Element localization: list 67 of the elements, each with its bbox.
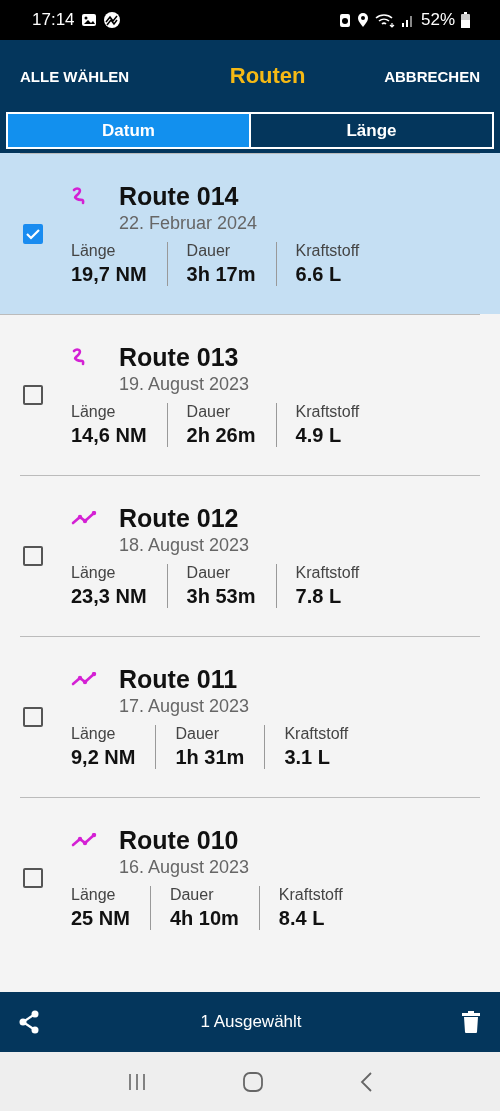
- route-date: 19. August 2023: [119, 373, 251, 395]
- zigzag-route-icon: [71, 833, 97, 847]
- stat-value: 3h 17m: [186, 262, 256, 286]
- stat-value: 14,6 NM: [71, 423, 147, 447]
- route-date: 16. August 2023: [119, 856, 251, 878]
- recent-apps-icon[interactable]: [127, 1071, 148, 1092]
- selection-count: 1 Ausgewählt: [200, 1012, 302, 1032]
- route-date: 17. August 2023: [119, 695, 251, 717]
- stat-label: Dauer: [186, 402, 232, 421]
- stat-value: 4.9 L: [295, 423, 343, 447]
- battery-saver-icon: [338, 12, 351, 28]
- select-all-button[interactable]: ALLE WÄHLEN: [20, 67, 130, 85]
- zigzag-route-icon: [71, 672, 97, 686]
- stat-label: Länge: [71, 724, 117, 743]
- app-logo-icon: [102, 11, 121, 29]
- stat-label: Dauer: [186, 241, 232, 260]
- stat-label: Kraftstoff: [295, 563, 360, 582]
- checkbox[interactable]: [23, 706, 43, 727]
- image-icon: [80, 13, 97, 27]
- route-date: 22. Februar 2024: [119, 212, 259, 234]
- stat-value: 2h 26m: [186, 423, 256, 447]
- route-name: Route 012: [119, 503, 239, 533]
- wifi-icon: [374, 12, 395, 28]
- stat-value: 7.8 L: [295, 584, 343, 608]
- location-icon: [356, 12, 369, 28]
- route-date: 18. August 2023: [119, 534, 251, 556]
- home-icon[interactable]: [242, 1070, 264, 1093]
- checkbox[interactable]: [23, 384, 43, 405]
- zigzag-route-icon: [71, 511, 97, 525]
- stat-label: Kraftstoff: [278, 885, 343, 904]
- route-name: Route 014: [119, 181, 239, 211]
- stat-value: 9,2 NM: [71, 745, 136, 769]
- cancel-button[interactable]: ABBRECHEN: [384, 67, 480, 85]
- stat-label: Kraftstoff: [295, 241, 360, 260]
- stat-value: 6.6 L: [295, 262, 343, 286]
- delete-icon[interactable]: [462, 1011, 480, 1033]
- stat-value: 19,7 NM: [71, 262, 147, 286]
- route-name: Route 013: [119, 342, 239, 372]
- battery-icon: [461, 12, 470, 28]
- route-card[interactable]: Route 014 22. Februar 2024 Länge 19,7 NM Dauer 3h 17m Kraftstoff 6.6 L: [0, 153, 500, 314]
- stat-label: Kraftstoff: [284, 724, 349, 743]
- stat-label: Länge: [71, 241, 117, 260]
- stat-label: Dauer: [169, 885, 215, 904]
- signal-icon: [400, 13, 415, 27]
- route-name: Route 010: [119, 825, 239, 855]
- stat-value: 3h 53m: [186, 584, 256, 608]
- stat-label: Länge: [71, 885, 117, 904]
- checkbox[interactable]: [23, 867, 43, 888]
- route-name: Route 011: [119, 664, 238, 694]
- back-icon[interactable]: [358, 1070, 373, 1093]
- stat-value: 3.1 L: [284, 745, 331, 769]
- screen-title: Routen: [229, 63, 306, 89]
- clock: 17:14: [32, 10, 75, 30]
- stat-value: 23,3 NM: [71, 584, 147, 608]
- stat-label: Länge: [71, 402, 117, 421]
- stat-value: 4h 10m: [169, 906, 239, 930]
- stat-value: 8.4 L: [278, 906, 326, 930]
- stat-value: 25 NM: [71, 906, 130, 930]
- share-icon[interactable]: [18, 1010, 40, 1034]
- stat-label: Länge: [71, 563, 117, 582]
- stat-value: 1h 31m: [175, 745, 245, 769]
- stat-label: Dauer: [186, 563, 232, 582]
- checkbox[interactable]: [23, 545, 43, 566]
- stat-label: Kraftstoff: [295, 402, 360, 421]
- battery-level: 52%: [420, 10, 455, 30]
- checkbox[interactable]: [23, 223, 43, 244]
- stat-label: Dauer: [175, 724, 221, 743]
